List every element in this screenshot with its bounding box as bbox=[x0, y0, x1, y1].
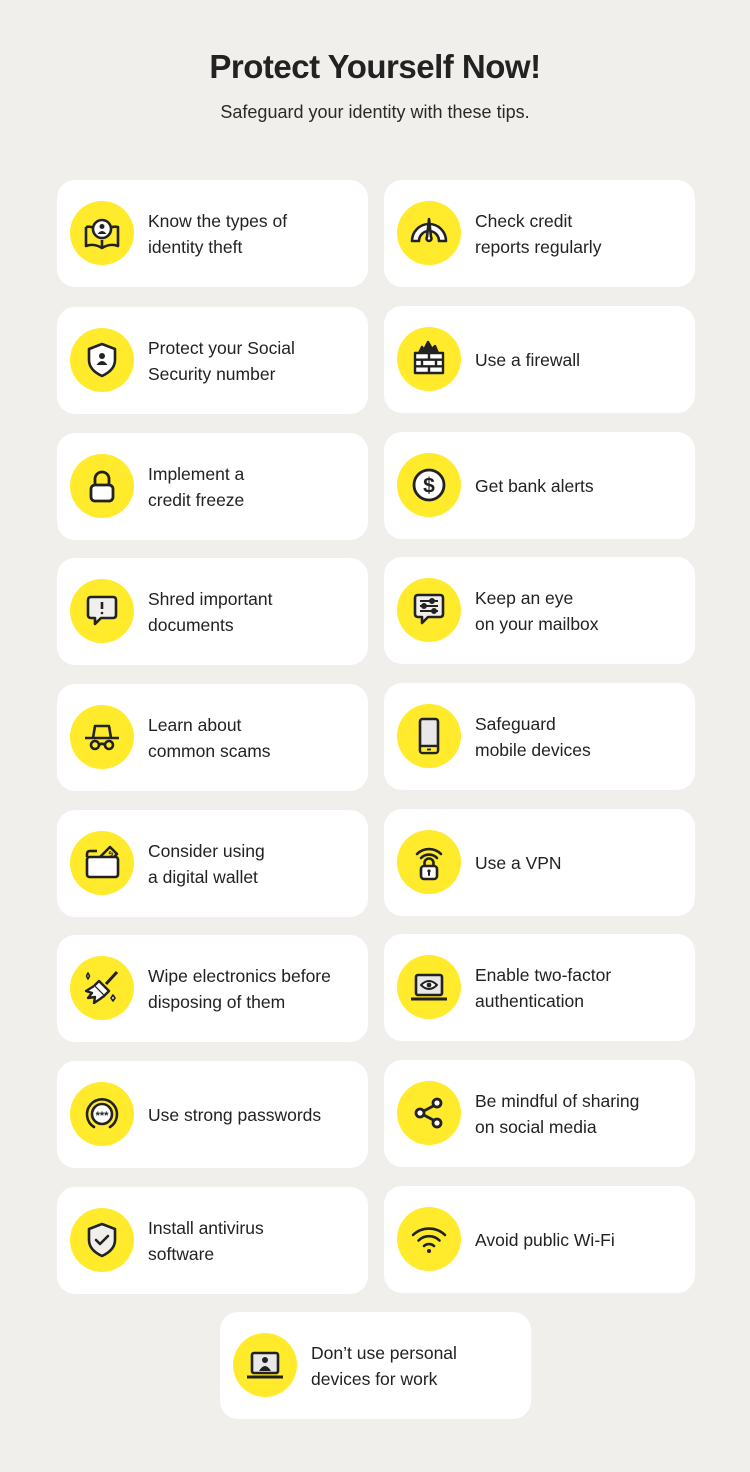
book-person-icon bbox=[70, 201, 134, 265]
tip-label: Protect your Social Security number bbox=[148, 337, 295, 384]
tip-label: Enable two-factor authentication bbox=[475, 964, 612, 1011]
tip-card: Protect your Social Security number bbox=[57, 307, 368, 414]
tip-card: Check credit reports regularly bbox=[384, 180, 695, 287]
gauge-icon bbox=[397, 201, 461, 265]
tip-card: Avoid public Wi-Fi bbox=[384, 1186, 695, 1293]
firewall-icon bbox=[397, 327, 461, 391]
tip-card: Wipe electronics before disposing of the… bbox=[57, 935, 368, 1042]
tip-card: Install antivirus software bbox=[57, 1187, 368, 1294]
laptop-person-icon bbox=[233, 1333, 297, 1397]
tip-label: Install antivirus software bbox=[148, 1217, 264, 1264]
tip-label: Safeguard mobile devices bbox=[475, 713, 591, 760]
share-icon bbox=[397, 1081, 461, 1145]
tip-card: Enable two-factor authentication bbox=[384, 934, 695, 1041]
tip-card: Know the types of identity theft bbox=[57, 180, 368, 287]
tip-card: Be mindful of sharing on social media bbox=[384, 1060, 695, 1167]
tip-card: Safeguard mobile devices bbox=[384, 683, 695, 790]
tip-card: Shred important documents bbox=[57, 558, 368, 665]
tip-card: Use a VPN bbox=[384, 809, 695, 916]
smartphone-icon bbox=[397, 704, 461, 768]
tip-label: Use a firewall bbox=[475, 349, 581, 370]
tip-label: Check credit reports regularly bbox=[475, 210, 602, 257]
tip-card: $ Get bank alerts bbox=[384, 432, 695, 539]
tip-label: Know the types of identity theft bbox=[148, 210, 288, 257]
tip-label: Don’t use personal devices for work bbox=[311, 1342, 457, 1389]
password-icon: *** bbox=[70, 1082, 134, 1146]
message-sliders-icon bbox=[397, 578, 461, 642]
tip-label: Shred important documents bbox=[148, 588, 273, 635]
page-subtitle: Safeguard your identity with these tips. bbox=[220, 102, 530, 122]
broom-icon bbox=[70, 956, 134, 1020]
lock-icon bbox=[70, 454, 134, 518]
tip-card: Learn about common scams bbox=[57, 684, 368, 791]
laptop-eye-icon bbox=[397, 955, 461, 1019]
shield-check-icon bbox=[70, 1208, 134, 1272]
svg-text:$: $ bbox=[423, 475, 435, 498]
page-title: Protect Yourself Now! bbox=[209, 48, 541, 85]
tip-card: *** Use strong passwords bbox=[57, 1061, 368, 1168]
tip-card: Use a firewall bbox=[384, 306, 695, 413]
tip-label: Keep an eye on your mailbox bbox=[475, 587, 599, 634]
tip-card: Keep an eye on your mailbox bbox=[384, 557, 695, 664]
svg-text:***: *** bbox=[96, 1110, 110, 1122]
tip-label: Be mindful of sharing on social media bbox=[475, 1090, 640, 1137]
tip-label: Wipe electronics before disposing of the… bbox=[148, 965, 331, 1012]
tip-label: Get bank alerts bbox=[475, 475, 594, 496]
tip-card: $ Consider using a digital wallet bbox=[57, 810, 368, 917]
tip-label: Implement a credit freeze bbox=[148, 463, 245, 510]
wifi-icon bbox=[397, 1207, 461, 1271]
tip-label: Consider using a digital wallet bbox=[148, 840, 265, 887]
tip-label: Use strong passwords bbox=[148, 1104, 322, 1125]
spy-icon bbox=[70, 705, 134, 769]
tip-label: Learn about common scams bbox=[148, 714, 271, 761]
wallet-icon: $ bbox=[70, 831, 134, 895]
shield-person-icon bbox=[70, 328, 134, 392]
dollar-coin-icon: $ bbox=[397, 453, 461, 517]
wifi-lock-icon bbox=[397, 830, 461, 894]
alert-message-icon bbox=[70, 579, 134, 643]
tip-card: Don’t use personal devices for work bbox=[220, 1312, 531, 1419]
tip-label: Avoid public Wi-Fi bbox=[475, 1229, 615, 1250]
tip-card: Implement a credit freeze bbox=[57, 433, 368, 540]
tip-label: Use a VPN bbox=[475, 852, 562, 873]
